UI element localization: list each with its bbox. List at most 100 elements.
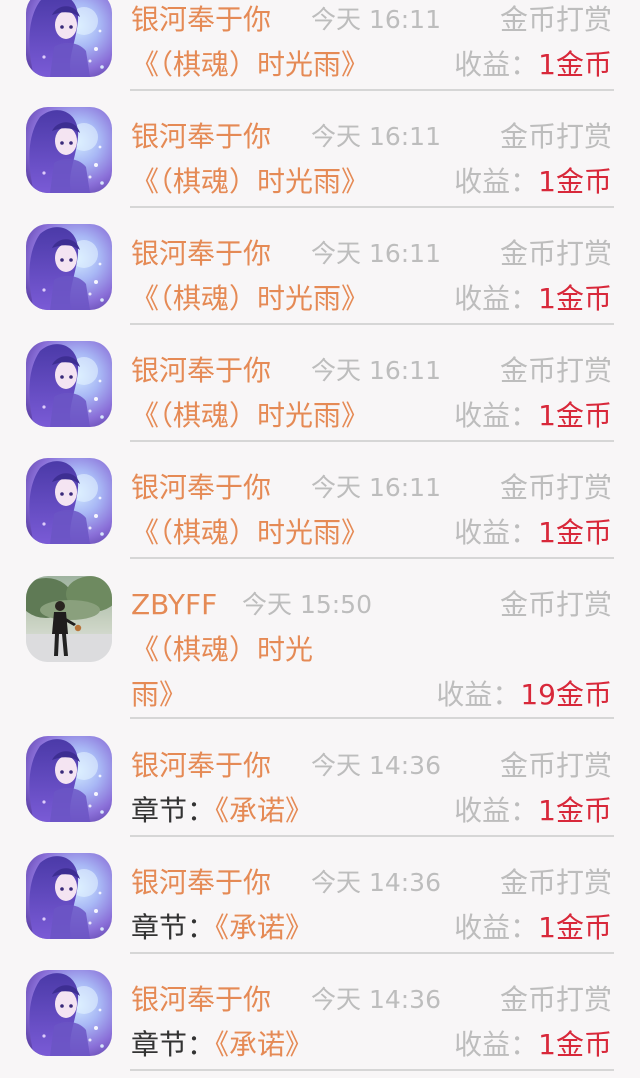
book-name[interactable]: 《（棋魂）时光雨》 bbox=[131, 48, 369, 81]
list-item[interactable]: 银河奉于你 今天 16:11 金币打赏 《（棋魂）时光雨》 收益：1金币 bbox=[0, 443, 640, 560]
reward-type: 金币打赏 bbox=[499, 354, 612, 387]
user-name[interactable]: 银河奉于你 bbox=[131, 983, 271, 1017]
timestamp: 今天 16:11 bbox=[311, 239, 441, 268]
book-title[interactable]: 《（棋魂）时光雨》 bbox=[131, 164, 369, 200]
book-title-continued[interactable]: 雨》 bbox=[131, 677, 187, 713]
user-name[interactable]: 银河奉于你 bbox=[131, 866, 271, 900]
list-item[interactable]: 银河奉于你 今天 16:11 金币打赏 《（棋魂）时光雨》 收益：1金币 bbox=[0, 0, 640, 92]
book-name[interactable]: 《承诺》 bbox=[215, 911, 313, 944]
income-value: 1金币 bbox=[538, 516, 612, 549]
divider bbox=[130, 717, 614, 719]
book-name[interactable]: 《（棋魂）时光 bbox=[131, 633, 313, 666]
timestamp: 今天 15:50 bbox=[242, 590, 372, 619]
book-name[interactable]: 《（棋魂）时光雨》 bbox=[131, 399, 369, 432]
divider bbox=[130, 206, 614, 208]
user-name[interactable]: 银河奉于你 bbox=[131, 471, 271, 505]
avatar[interactable] bbox=[26, 736, 112, 822]
avatar[interactable] bbox=[26, 458, 112, 544]
list-item[interactable]: 银河奉于你 今天 16:11 金币打赏 《（棋魂）时光雨》 收益：1金币 bbox=[0, 209, 640, 326]
income-label: 收益： bbox=[454, 399, 539, 432]
reward-record-list[interactable]: 银河奉于你 今天 16:11 金币打赏 《（棋魂）时光雨》 收益：1金币 银河奉… bbox=[0, 0, 640, 1078]
avatar[interactable] bbox=[26, 341, 112, 427]
income-label: 收益： bbox=[454, 911, 539, 944]
income: 收益：1金币 bbox=[454, 910, 612, 946]
reward-type: 金币打赏 bbox=[499, 866, 612, 899]
book-name[interactable]: 《（棋魂）时光雨》 bbox=[131, 282, 369, 315]
book-name[interactable]: 雨》 bbox=[131, 678, 187, 711]
avatar[interactable] bbox=[26, 576, 112, 662]
book-title[interactable]: 《（棋魂）时光雨》 bbox=[131, 515, 369, 551]
timestamp: 今天 16:11 bbox=[311, 5, 441, 34]
user-name[interactable]: 银河奉于你 bbox=[131, 120, 271, 154]
avatar[interactable] bbox=[26, 107, 112, 193]
income: 收益：1金币 bbox=[454, 515, 612, 551]
user-name[interactable]: 银河奉于你 bbox=[131, 354, 271, 388]
book-name[interactable]: 《承诺》 bbox=[215, 794, 313, 827]
user-name[interactable]: 银河奉于你 bbox=[131, 749, 271, 783]
timestamp: 今天 16:11 bbox=[311, 122, 441, 151]
income-value: 1金币 bbox=[538, 911, 612, 944]
timestamp: 今天 14:36 bbox=[311, 868, 441, 897]
divider bbox=[130, 557, 614, 559]
income-value: 1金币 bbox=[538, 165, 612, 198]
book-title[interactable]: 章节：《承诺》 bbox=[131, 793, 313, 829]
divider bbox=[130, 440, 614, 442]
income-label: 收益： bbox=[454, 282, 539, 315]
income-value: 1金币 bbox=[538, 282, 612, 315]
book-title[interactable]: 《（棋魂）时光雨》 bbox=[131, 281, 369, 317]
income-value: 1金币 bbox=[538, 48, 612, 81]
chapter-prefix: 章节： bbox=[131, 1028, 216, 1061]
divider bbox=[130, 323, 614, 325]
divider bbox=[130, 835, 614, 837]
user-name[interactable]: 银河奉于你 bbox=[131, 3, 271, 37]
book-title[interactable]: 章节：《承诺》 bbox=[131, 910, 313, 946]
income-label: 收益： bbox=[454, 1028, 539, 1061]
income-value: 19金币 bbox=[520, 678, 612, 711]
timestamp: 今天 14:36 bbox=[311, 751, 441, 780]
income-label: 收益： bbox=[454, 165, 539, 198]
income: 收益：1金币 bbox=[454, 47, 612, 83]
chapter-prefix: 章节： bbox=[131, 911, 216, 944]
income: 收益：1金币 bbox=[454, 398, 612, 434]
user-name[interactable]: ZBYFF bbox=[131, 588, 217, 622]
book-name[interactable]: 《承诺》 bbox=[215, 1028, 313, 1061]
income-label: 收益： bbox=[454, 794, 539, 827]
avatar[interactable] bbox=[26, 970, 112, 1056]
book-name[interactable]: 《（棋魂）时光雨》 bbox=[131, 165, 369, 198]
list-item[interactable]: 银河奉于你 今天 16:11 金币打赏 《（棋魂）时光雨》 收益：1金币 bbox=[0, 326, 640, 443]
avatar[interactable] bbox=[26, 224, 112, 310]
income-value: 1金币 bbox=[538, 399, 612, 432]
reward-type: 金币打赏 bbox=[499, 749, 612, 782]
reward-type: 金币打赏 bbox=[499, 588, 612, 621]
timestamp: 今天 14:36 bbox=[311, 985, 441, 1014]
book-title[interactable]: 《（棋魂）时光 bbox=[131, 632, 313, 668]
reward-type: 金币打赏 bbox=[499, 3, 612, 36]
list-item[interactable]: 银河奉于你 今天 16:11 金币打赏 《（棋魂）时光雨》 收益：1金币 bbox=[0, 92, 640, 209]
income: 收益：1金币 bbox=[454, 1027, 612, 1063]
chapter-prefix: 章节： bbox=[131, 794, 216, 827]
list-item[interactable]: 银河奉于你 今天 14:36 金币打赏 章节：《承诺》 收益：1金币 bbox=[0, 955, 640, 1078]
timestamp: 今天 16:11 bbox=[311, 473, 441, 502]
divider bbox=[130, 1069, 614, 1071]
income-value: 1金币 bbox=[538, 1028, 612, 1061]
income-value: 1金币 bbox=[538, 794, 612, 827]
reward-type: 金币打赏 bbox=[499, 120, 612, 153]
income: 收益：1金币 bbox=[454, 281, 612, 317]
book-title[interactable]: 《（棋魂）时光雨》 bbox=[131, 398, 369, 434]
income-label: 收益： bbox=[436, 678, 521, 711]
book-name[interactable]: 《（棋魂）时光雨》 bbox=[131, 516, 369, 549]
divider bbox=[130, 89, 614, 91]
income-label: 收益： bbox=[454, 48, 539, 81]
avatar[interactable] bbox=[26, 0, 112, 77]
timestamp: 今天 16:11 bbox=[311, 356, 441, 385]
book-title[interactable]: 章节：《承诺》 bbox=[131, 1027, 313, 1063]
list-item[interactable]: ZBYFF 今天 15:50 金币打赏 《（棋魂）时光 雨》 收益：19金币 bbox=[0, 560, 640, 721]
list-item[interactable]: 银河奉于你 今天 14:36 金币打赏 章节：《承诺》 收益：1金币 bbox=[0, 838, 640, 955]
book-title[interactable]: 《（棋魂）时光雨》 bbox=[131, 47, 369, 83]
avatar[interactable] bbox=[26, 853, 112, 939]
list-item[interactable]: 银河奉于你 今天 14:36 金币打赏 章节：《承诺》 收益：1金币 bbox=[0, 721, 640, 838]
user-name[interactable]: 银河奉于你 bbox=[131, 237, 271, 271]
income-label: 收益： bbox=[454, 516, 539, 549]
reward-type: 金币打赏 bbox=[499, 237, 612, 270]
income: 收益：1金币 bbox=[454, 164, 612, 200]
